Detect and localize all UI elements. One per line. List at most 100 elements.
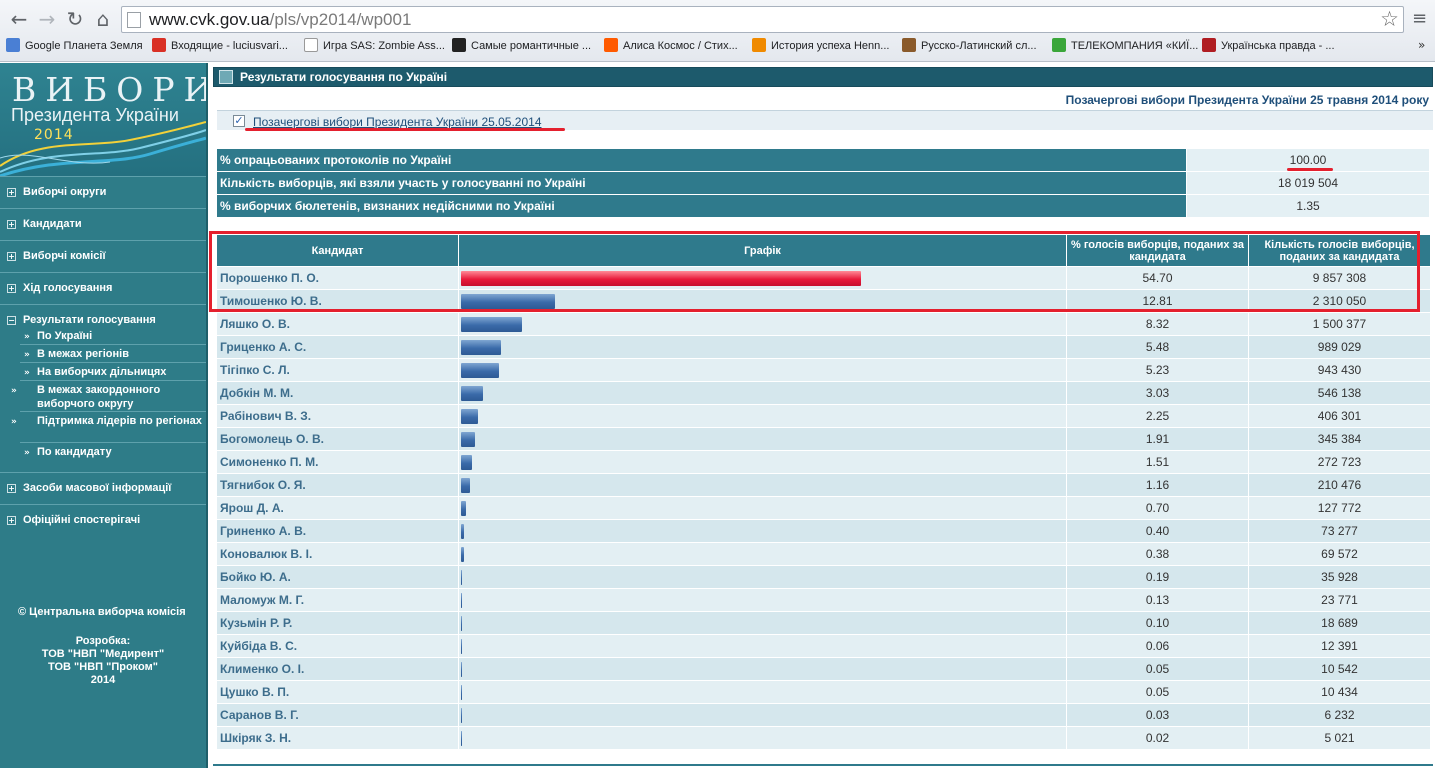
vote-bar [461,431,475,447]
stats-table: % опрацьованих протоколів по Україні 100.… [216,148,1430,218]
bookmark-item[interactable]: Google Планета Земля [6,38,143,56]
sidebar-item-observers[interactable]: + Офіційні спостерігачі [0,504,206,536]
candidate-name[interactable]: Гриценко А. С. [216,335,459,359]
vote-count: 23 771 [1248,588,1431,612]
table-row: Гриценко А. С. 5.48 989 029 [216,335,1431,359]
forward-icon[interactable]: → [34,6,60,32]
more-bookmarks-icon[interactable]: » [1418,38,1425,52]
candidate-name[interactable]: Добкін М. М. [216,381,459,405]
home-icon[interactable]: ⌂ [90,6,116,32]
annotation-highlight-box [209,231,1420,312]
candidate-name[interactable]: Шкіряк З. Н. [216,726,459,750]
sidebar-subitem-polling-stations[interactable]: » На виборчих дільницях [24,365,204,379]
elections-logo[interactable]: ВИБОРИ Президента України 2014 [0,63,206,176]
navigation-bar: ← → ↻ ⌂ www.cvk.gov.ua/pls/vp2014/wp001 … [0,4,1435,34]
bookmark-label: Українська правда - ... [1221,40,1335,52]
bookmark-star-icon[interactable]: ☆ [1380,7,1399,31]
vote-count: 69 572 [1248,542,1431,566]
bookmark-label: Входящие - luciusvari... [171,40,288,52]
candidate-name[interactable]: Ляшко О. В. [216,312,459,336]
candidate-name[interactable]: Клименко О. І. [216,657,459,681]
sidebar-subitem-abroad[interactable]: » В межах закордонного виборчого округу [11,383,204,411]
bookmark-item[interactable]: Самые романтичные ... [452,38,591,56]
sidebar-subitem-leaders[interactable]: » Підтримка лідерів по регіонах [11,414,204,428]
bookmark-favicon-icon [604,38,618,52]
vote-percent: 0.06 [1066,634,1249,658]
vote-percent: 5.48 [1066,335,1249,359]
sidebar-item-label: Виборчі округи [23,186,107,198]
candidate-name[interactable]: Богомолець О. В. [216,427,459,451]
expand-icon: + [7,188,16,197]
graph-cell [458,519,1067,543]
url-path: /pls/vp2014/wp001 [269,10,412,29]
bookmark-item[interactable]: Входящие - luciusvari... [152,38,288,56]
table-row: Ляшко О. В. 8.32 1 500 377 [216,312,1431,336]
graph-cell [458,358,1067,382]
table-row: Маломуж М. Г. 0.13 23 771 [216,588,1431,612]
vote-bar [461,339,502,355]
vote-count: 210 476 [1248,473,1431,497]
bookmark-label: ТЕЛЕКОМПАНИЯ «КИЇ... [1071,40,1199,52]
sidebar-item-commissions[interactable]: + Виборчі комісії [0,240,206,272]
candidate-name[interactable]: Саранов В. Г. [216,703,459,727]
bookmark-item[interactable]: ТЕЛЕКОМПАНИЯ «КИЇ... [1052,38,1198,56]
candidate-name[interactable]: Бойко Ю. А. [216,565,459,589]
menu-icon[interactable]: ≡ [1412,8,1427,29]
candidate-name[interactable]: Цушко В. П. [216,680,459,704]
sidebar-item-candidates[interactable]: + Кандидати [0,208,206,240]
bookmark-item[interactable]: Игра SAS: Zombie Ass... [304,38,445,56]
graph-cell [458,312,1067,336]
graph-cell [458,542,1067,566]
bookmark-item[interactable]: Алиса Космос / Стих... [604,38,738,56]
bookmark-item[interactable]: Русско-Латинский сл... [902,38,1037,56]
bookmark-item[interactable]: Українська правда - ... [1202,38,1335,56]
sidebar-item-results[interactable]: − Результати голосування » По Україні » В … [0,304,206,472]
reload-icon[interactable]: ↻ [62,6,88,32]
sidebar-item-label: Результати голосування [23,314,156,326]
checkbox-checked-icon[interactable]: ✓ [233,115,245,127]
expand-icon: + [7,220,16,229]
vote-percent: 0.38 [1066,542,1249,566]
sidebar-subitem-by-candidate[interactable]: » По кандидату [24,445,204,459]
vote-count: 12 391 [1248,634,1431,658]
candidate-name[interactable]: Коновалюк В. І. [216,542,459,566]
candidate-name[interactable]: Кузьмін Р. Р. [216,611,459,635]
vote-count: 35 928 [1248,565,1431,589]
back-icon[interactable]: ← [6,6,32,32]
bookmark-item[interactable]: История успеха Henn... [752,38,889,56]
candidate-name[interactable]: Рабінович В. З. [216,404,459,428]
candidate-name[interactable]: Куйбіда В. С. [216,634,459,658]
sidebar-item-districts[interactable]: + Виборчі округи [0,176,206,208]
election-link[interactable]: Позачергові вибори Президента України 25… [253,115,542,129]
election-title: Позачергові вибори Президента України 25… [1065,93,1429,107]
candidate-name[interactable]: Симоненко П. М. [216,450,459,474]
vote-count: 5 021 [1248,726,1431,750]
vote-count: 345 384 [1248,427,1431,451]
graph-cell [458,404,1067,428]
expand-icon: + [7,284,16,293]
candidate-name[interactable]: Тягнибок О. Я. [216,473,459,497]
bookmark-label: Игра SAS: Zombie Ass... [323,40,445,52]
sidebar-item-voting-progress[interactable]: + Хід голосування [0,272,206,304]
logo-title: ВИБОРИ [12,70,206,109]
table-row: Добкін М. М. 3.03 546 138 [216,381,1431,405]
double-arrow-icon: » [24,332,30,342]
url-text[interactable]: www.cvk.gov.ua/pls/vp2014/wp001 [149,10,411,30]
graph-cell [458,450,1067,474]
vote-bar [461,316,522,332]
vote-bar [461,592,462,608]
table-row: Коновалюк В. І. 0.38 69 572 [216,542,1431,566]
table-row: Шкіряк З. Н. 0.02 5 021 [216,726,1431,750]
candidate-name[interactable]: Ярош Д. А. [216,496,459,520]
vote-bar [461,730,462,746]
vote-percent: 5.23 [1066,358,1249,382]
sidebar-subitem-ukraine[interactable]: » По Україні [24,329,204,343]
candidate-name[interactable]: Маломуж М. Г. [216,588,459,612]
sidebar-item-media[interactable]: + Засоби масової інформації [0,472,206,504]
bookmark-label: Самые романтичные ... [471,40,592,52]
address-bar[interactable]: www.cvk.gov.ua/pls/vp2014/wp001 ☆ [121,6,1404,33]
candidate-name[interactable]: Гриненко А. В. [216,519,459,543]
sidebar-subitem-regions[interactable]: » В межах регіонів [24,347,204,361]
candidate-name[interactable]: Тігіпко С. Л. [216,358,459,382]
browser-chrome: ← → ↻ ⌂ www.cvk.gov.ua/pls/vp2014/wp001 … [0,0,1435,62]
